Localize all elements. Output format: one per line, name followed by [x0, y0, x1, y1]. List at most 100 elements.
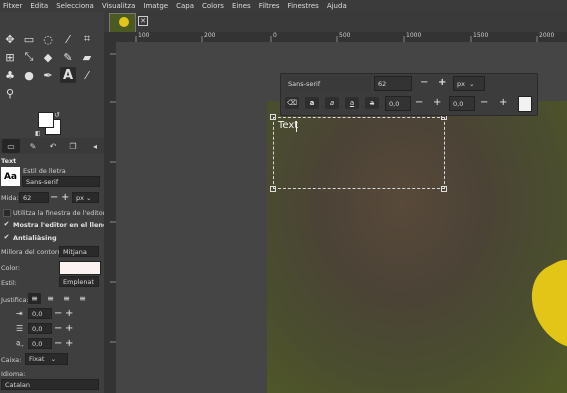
line-spacing-decrease-button[interactable]: − [54, 324, 62, 334]
justify-center-icon[interactable]: ≡ [60, 293, 73, 304]
path-icon[interactable]: ✒ [40, 67, 56, 83]
ruler-tick-label: 0 [273, 32, 277, 39]
size-increase-button[interactable]: + [61, 193, 69, 203]
ruler-tick-label: 200 [204, 32, 216, 39]
ftb-size-decrease-button[interactable]: − [420, 78, 428, 88]
rect-select-icon[interactable]: ▭ [21, 31, 37, 47]
text-color-button[interactable] [59, 261, 101, 275]
style-select[interactable]: Emplenat [59, 276, 99, 287]
bold-icon[interactable]: a [305, 97, 319, 109]
bucket-fill-icon[interactable]: ◆ [40, 49, 56, 65]
menu-visualitza[interactable]: Visualitza [98, 2, 140, 10]
style-label: Estil: [1, 279, 17, 287]
menu-edita[interactable]: Edita [26, 2, 52, 10]
ftb-color-button[interactable] [518, 96, 532, 112]
ruler-tick-label: 1500 [473, 32, 489, 39]
menu-finestres[interactable]: Finestres [284, 2, 323, 10]
transform-icon[interactable]: ⊞ [2, 49, 18, 65]
language-field[interactable]: Catalan [1, 379, 99, 390]
dock-tabs: ▭ ✎ ↶ ❐ ◂ [0, 138, 104, 154]
justify-right-icon[interactable]: ≡ [44, 293, 57, 304]
letter-spacing-decrease-button[interactable]: − [54, 339, 62, 349]
baseline-field[interactable]: 0,0 [385, 96, 411, 111]
letter-spacing-field[interactable]: 0,0 [28, 338, 52, 349]
text-tool-icon[interactable]: A [60, 67, 76, 83]
menu-filtres[interactable]: Filtres [255, 2, 284, 10]
menu-fitxer[interactable]: Fitxer [0, 2, 26, 10]
ftb-unit-value: px [457, 79, 465, 88]
justify-left-icon[interactable]: ≡ [28, 293, 41, 304]
configure-tab-icon[interactable]: ◂ [86, 139, 104, 153]
font-field[interactable]: Sans-serif [22, 176, 100, 187]
antialias-checkbox[interactable]: ✔ [3, 234, 10, 241]
ftb-size-field[interactable]: 62 [374, 76, 412, 91]
zoom-icon[interactable]: ⚲ [2, 85, 18, 101]
menu-colors[interactable]: Colors [198, 2, 228, 10]
device-status-tab-icon[interactable]: ✎ [24, 139, 42, 153]
eraser-icon[interactable]: ▰ [79, 49, 95, 65]
justify-fill-icon[interactable]: ≡ [76, 293, 89, 304]
kerning-increase-button[interactable]: + [499, 98, 507, 108]
close-tab-icon[interactable]: ✕ [138, 16, 148, 26]
indent-decrease-button[interactable]: − [54, 309, 62, 319]
clear-style-icon[interactable]: ⌫ [285, 97, 299, 109]
kerning-field[interactable]: 0,0 [449, 96, 475, 111]
swap-colors-icon[interactable]: ↺ [54, 111, 60, 119]
crop-icon[interactable]: ⌗ [79, 31, 95, 47]
move-tool-icon[interactable]: ✥ [2, 31, 18, 47]
baseline-increase-button[interactable]: + [433, 98, 441, 108]
undo-history-tab-icon[interactable]: ↶ [44, 139, 62, 153]
menu-selecciona[interactable]: Selecciona [52, 2, 98, 10]
image-thumbnail[interactable] [109, 13, 136, 33]
resize-handle-bottom-left[interactable] [270, 186, 276, 192]
line-spacing-increase-button[interactable]: + [65, 324, 73, 334]
clone-icon[interactable]: ♣ [2, 67, 18, 83]
color-picker-icon[interactable]: ⁄ [79, 67, 95, 83]
font-preview-icon[interactable]: Aa [1, 167, 20, 186]
ruler-tick-label: 2000 [539, 32, 555, 39]
images-tab-icon[interactable]: ❐ [64, 139, 82, 153]
smudge-icon[interactable]: ● [21, 67, 37, 83]
fuzzy-select-icon[interactable]: ⁄ [60, 31, 76, 47]
size-field[interactable]: 62 [19, 192, 49, 203]
strikethrough-icon[interactable]: a [365, 97, 379, 109]
use-editor-checkbox[interactable] [3, 209, 11, 217]
hinting-select[interactable]: Mitjana [59, 246, 99, 257]
size-unit-select[interactable]: px ⌄ [72, 192, 99, 203]
default-colors-icon[interactable]: ◧ [35, 130, 41, 137]
ftb-size-increase-button[interactable]: + [438, 78, 446, 88]
menu-capa[interactable]: Capa [172, 2, 198, 10]
ftb-unit-select[interactable]: px ⌄ [453, 76, 485, 91]
italic-icon[interactable]: a [325, 97, 339, 109]
paintbrush-icon[interactable]: ✎ [60, 49, 76, 65]
indent-field[interactable]: 0,0 [28, 308, 52, 319]
lasso-icon[interactable]: ◌ [40, 31, 56, 47]
foreground-color-swatch[interactable] [38, 112, 54, 128]
text-box-outline[interactable] [273, 117, 445, 189]
color-label: Color: [1, 264, 21, 272]
menu-imatge[interactable]: Imatge [139, 2, 172, 10]
hinting-label: Millora del contorn: [1, 248, 64, 256]
letter-spacing-increase-button[interactable]: + [65, 339, 73, 349]
ruler-tick-label: 500 [339, 32, 351, 39]
indent-increase-button[interactable]: + [65, 309, 73, 319]
tool-options-tab-icon[interactable]: ▭ [2, 139, 20, 153]
resize-handle-top-left[interactable] [270, 114, 276, 120]
menu-eines[interactable]: Eines [228, 2, 255, 10]
antialias-label: Antialiàsing [13, 234, 57, 242]
resize-handle-bottom-right[interactable] [441, 186, 447, 192]
ftb-font-field[interactable]: Sans-serif [285, 76, 371, 91]
kerning-decrease-button[interactable]: − [480, 98, 488, 108]
font-label: Estil de lletra [23, 167, 66, 175]
size-decrease-button[interactable]: − [50, 193, 58, 203]
warp-icon[interactable]: ⤡ [21, 49, 37, 65]
box-select[interactable]: Fixat ⌄ [25, 353, 68, 365]
line-spacing-icon: ☰ [16, 324, 24, 333]
indent-icon: ⇥ [16, 309, 23, 318]
underline-icon[interactable]: a [345, 97, 359, 109]
show-editor-checkbox[interactable]: ✔ [3, 221, 10, 228]
tool-options-title: Text [1, 157, 17, 165]
line-spacing-field[interactable]: 0,0 [28, 323, 52, 334]
menu-ajuda[interactable]: Ajuda [323, 2, 351, 10]
baseline-decrease-button[interactable]: − [415, 98, 423, 108]
